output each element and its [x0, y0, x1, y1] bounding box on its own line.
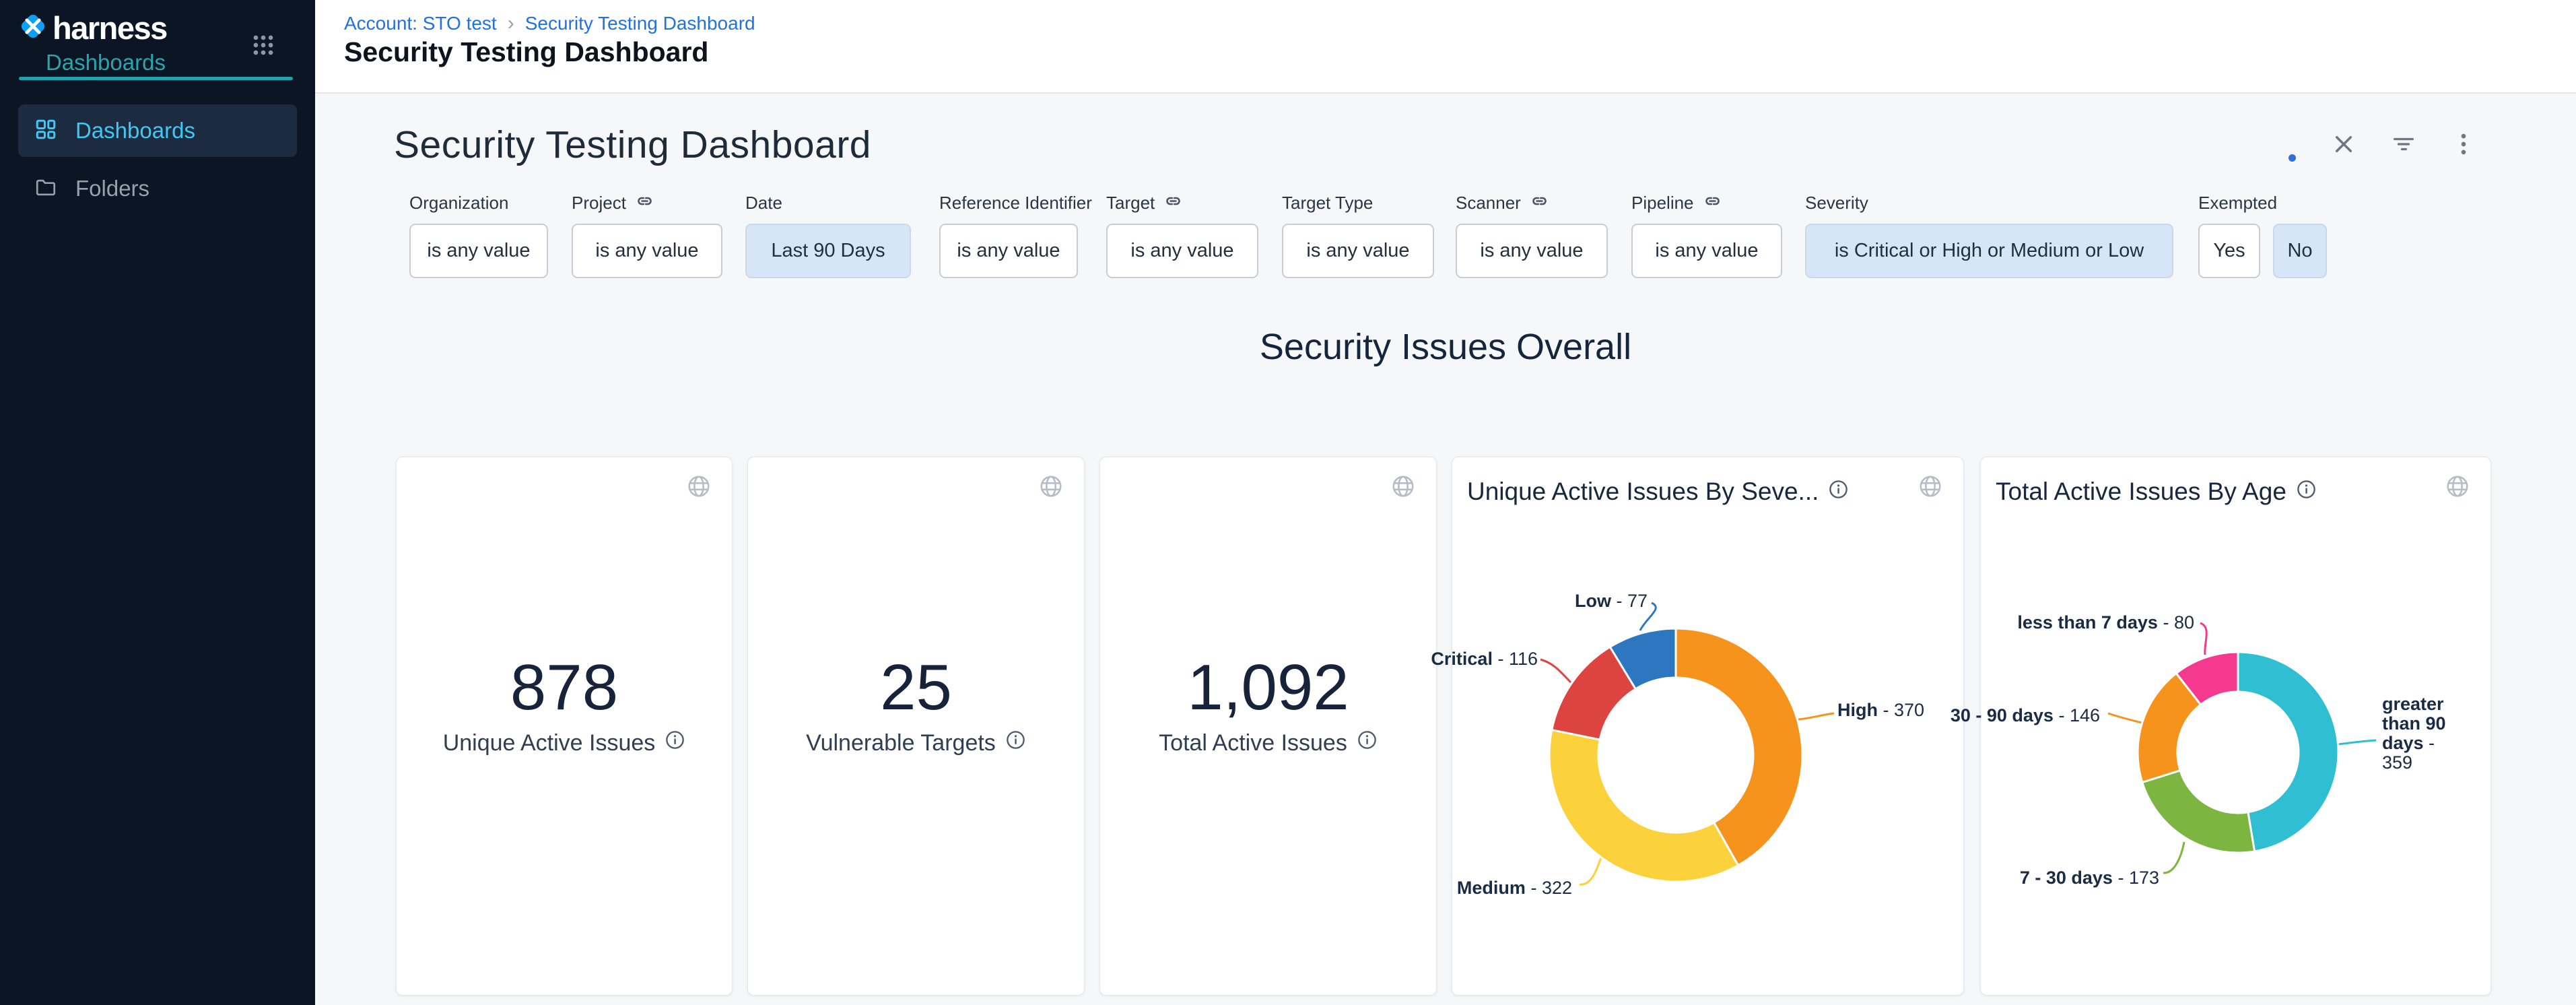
metric-label: Unique Active Issues [443, 730, 656, 756]
filter-label: Project [572, 193, 626, 214]
sidebar-accent-divider [19, 77, 293, 80]
page-title: Security Testing Dashboard [344, 36, 708, 68]
logo-wordmark: harness [53, 9, 167, 46]
breadcrumb: Account: STO test › Security Testing Das… [344, 12, 755, 35]
metric-label: Total Active Issues [1159, 730, 1347, 756]
leader-line-critical [1540, 659, 1571, 682]
filter-label: Scanner [1456, 193, 1521, 214]
filter-group-target-type: Target Type is any value [1282, 191, 1434, 278]
filter-value-scanner[interactable]: is any value [1456, 224, 1608, 278]
leader-line-30-90-days [2108, 713, 2142, 723]
filter-group-scanner: Scanner is any value [1456, 191, 1608, 278]
donut-slice[interactable] [2142, 771, 2255, 853]
filter-value-date[interactable]: Last 90 Days [745, 224, 911, 278]
link-icon [636, 192, 654, 214]
filter-value-target-type[interactable]: is any value [1282, 224, 1434, 278]
dashboards-icon [34, 117, 58, 145]
filter-value-organization[interactable]: is any value [409, 224, 548, 278]
filter-label: Severity [1805, 193, 1868, 214]
harness-logo[interactable]: harness [18, 9, 167, 46]
filter-group-project: Project is any value [572, 191, 722, 278]
donut-label-medium: Medium - 322 [1457, 878, 1572, 899]
sidebar-item-label: Dashboards [75, 118, 195, 143]
donut-slice[interactable] [2238, 652, 2338, 851]
filter-bar: Organization is any value Project is any… [0, 191, 2576, 279]
donut-label-7-30-days: 7 - 30 days - 173 [2020, 868, 2159, 888]
leader-line-7-30-days [2163, 842, 2184, 873]
section-title: Security Issues Overall [315, 326, 2576, 368]
filter-value-project[interactable]: is any value [572, 224, 722, 278]
info-icon[interactable] [1357, 730, 1378, 756]
metric-value: 25 [748, 655, 1084, 720]
metric-label: Vulnerable Targets [806, 730, 996, 756]
sidebar: harness Dashboards Dashboards [0, 0, 315, 1005]
donut-label-high: High - 370 [1837, 700, 1924, 721]
filter-value-pipeline[interactable]: is any value [1631, 224, 1782, 278]
harness-logo-mark-icon [18, 11, 48, 45]
security-testing-dashboard-page: harness Dashboards Dashboards [0, 0, 2576, 1005]
info-icon[interactable] [665, 730, 685, 756]
filter-group-organization: Organization is any value [409, 191, 548, 278]
cursor-dot [2289, 154, 2296, 162]
close-icon[interactable] [2331, 131, 2357, 160]
metric-value: 1,092 [1100, 655, 1436, 720]
product-name: Dashboards [46, 50, 166, 75]
filter-value-severity[interactable]: is Critical or High or Medium or Low [1805, 224, 2173, 278]
metric-value: 878 [397, 655, 732, 720]
chart-card-issues-by-age: Total Active Issues By Age less than 7 d… [1980, 457, 2491, 996]
filter-icon[interactable] [2390, 131, 2417, 161]
leader-line-medium [1580, 857, 1601, 884]
donut-label-30-90-days: 30 - 90 days - 146 [1951, 705, 2100, 726]
donut-label-low: Low - 77 [1575, 591, 1648, 612]
filter-label: Target Type [1282, 193, 1373, 214]
filter-group-date: Date Last 90 Days [745, 191, 911, 278]
dashboard-panel-title: Security Testing Dashboard [394, 123, 871, 167]
breadcrumb-current-link[interactable]: Security Testing Dashboard [525, 13, 755, 34]
top-header: Account: STO test › Security Testing Das… [315, 0, 2576, 94]
leader-line-less-than-7-days [2200, 623, 2206, 655]
apps-grid-icon[interactable] [250, 32, 276, 61]
filter-label: Exempted [2198, 193, 2277, 214]
filter-group-reference-identifier: Reference Identifier is any value [939, 191, 1078, 278]
link-icon [1164, 192, 1182, 214]
sidebar-item-dashboards[interactable]: Dashboards [18, 104, 297, 157]
donut-label-greater-than-90-days: greater than 90 days - 359 [2382, 694, 2455, 773]
filter-group-target: Target is any value [1106, 191, 1258, 278]
filter-value-target[interactable]: is any value [1106, 224, 1258, 278]
exempted-no-button[interactable]: No [2273, 224, 2327, 278]
filter-group-severity: Severity is Critical or High or Medium o… [1805, 191, 2173, 278]
metric-card-vulnerable-targets: 25 Vulnerable Targets [747, 457, 1085, 996]
breadcrumb-account-link[interactable]: Account: STO test [344, 13, 497, 34]
globe-icon [1390, 474, 1416, 502]
kebab-menu-icon[interactable] [2451, 131, 2476, 160]
dashboard-toolbar [2331, 131, 2476, 161]
filter-label: Date [745, 193, 782, 214]
donut-label-critical: Critical - 116 [1431, 649, 1538, 670]
donut-slice[interactable] [1549, 730, 1738, 882]
leader-line-high [1798, 713, 1834, 719]
filter-label: Pipeline [1631, 193, 1694, 214]
filter-label: Organization [409, 193, 508, 214]
filter-label: Reference Identifier [939, 193, 1092, 214]
exempted-yes-button[interactable]: Yes [2198, 224, 2260, 278]
donut-label-less-than-7-days: less than 7 days - 80 [2017, 612, 2194, 633]
severity-donut-chart[interactable] [1452, 457, 1965, 995]
info-icon[interactable] [1005, 730, 1026, 756]
globe-icon [686, 474, 712, 502]
link-icon [1703, 192, 1722, 214]
metric-card-unique-active-issues: 878 Unique Active Issues [396, 457, 733, 996]
filter-label: Target [1106, 193, 1155, 214]
metric-card-total-active-issues: 1,092 Total Active Issues [1099, 457, 1437, 996]
filter-group-exempted: Exempted Yes No [2198, 191, 2327, 278]
link-icon [1530, 192, 1549, 214]
chevron-right-icon: › [508, 12, 514, 35]
globe-icon [1038, 474, 1064, 502]
leader-line-greater-than-90-days [2338, 740, 2376, 744]
filter-value-reference-identifier[interactable]: is any value [939, 224, 1078, 278]
filter-group-pipeline: Pipeline is any value [1631, 191, 1782, 278]
chart-card-issues-by-severity: Unique Active Issues By Seve... Low - 77… [1452, 457, 1964, 996]
